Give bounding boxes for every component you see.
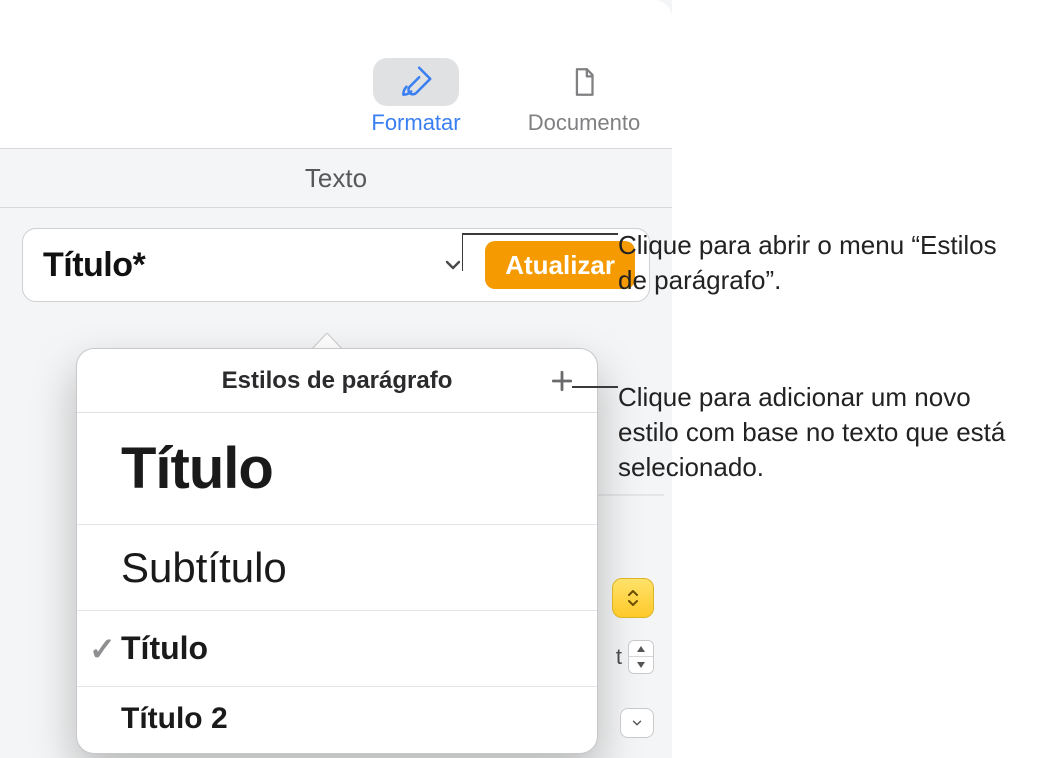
font-size-control[interactable]: t xyxy=(616,640,654,674)
text-color-popup[interactable] xyxy=(612,578,654,618)
format-tab[interactable]: Formatar xyxy=(356,58,476,136)
chevron-down-icon xyxy=(630,716,644,730)
typeface-popup[interactable] xyxy=(620,708,654,738)
inspector-toolbar: Formatar Documento xyxy=(0,0,672,148)
style-item-label: Título xyxy=(121,630,208,667)
style-item-heading[interactable]: ✓ Título xyxy=(77,611,597,687)
font-size-suffix: t xyxy=(616,644,622,670)
style-item-label: Título 2 xyxy=(121,702,228,736)
inspector-panel: Formatar Documento Texto Título* Atualiz… xyxy=(0,0,672,758)
style-item-heading2[interactable]: Título 2 xyxy=(77,687,597,751)
popover-header: Estilos de parágrafo xyxy=(77,349,597,413)
leader-line-add-style xyxy=(572,380,618,394)
style-item-label: Subtítulo xyxy=(121,544,287,592)
document-icon xyxy=(567,65,601,99)
callout-open-menu: Clique para abrir o menu “Estilos de par… xyxy=(618,228,1028,298)
format-label: Formatar xyxy=(371,110,460,136)
current-style-name: Título* xyxy=(43,246,421,285)
style-list: Título Subtítulo ✓ Título Título 2 xyxy=(77,413,597,753)
callout-add-style: Clique para adicionar um novo estilo com… xyxy=(618,380,1018,485)
style-item-subtitle[interactable]: Subtítulo xyxy=(77,525,597,611)
paragraph-styles-popover: Estilos de parágrafo Título Subtítulo ✓ … xyxy=(76,348,598,754)
font-size-stepper[interactable] xyxy=(628,640,654,674)
leader-line-open-menu xyxy=(462,231,618,273)
popover-title: Estilos de parágrafo xyxy=(222,367,453,395)
brush-icon xyxy=(397,63,435,101)
style-item-label: Título xyxy=(121,435,273,502)
style-item-title[interactable]: Título xyxy=(77,413,597,525)
document-tab[interactable]: Documento xyxy=(524,58,644,136)
check-icon: ✓ xyxy=(89,630,116,668)
chevron-updown-icon xyxy=(626,588,640,608)
document-label: Documento xyxy=(528,110,641,136)
step-down-icon[interactable] xyxy=(629,657,653,673)
step-up-icon[interactable] xyxy=(629,641,653,657)
tab-text[interactable]: Texto xyxy=(305,163,367,194)
inspector-subtabs: Texto xyxy=(0,148,672,208)
